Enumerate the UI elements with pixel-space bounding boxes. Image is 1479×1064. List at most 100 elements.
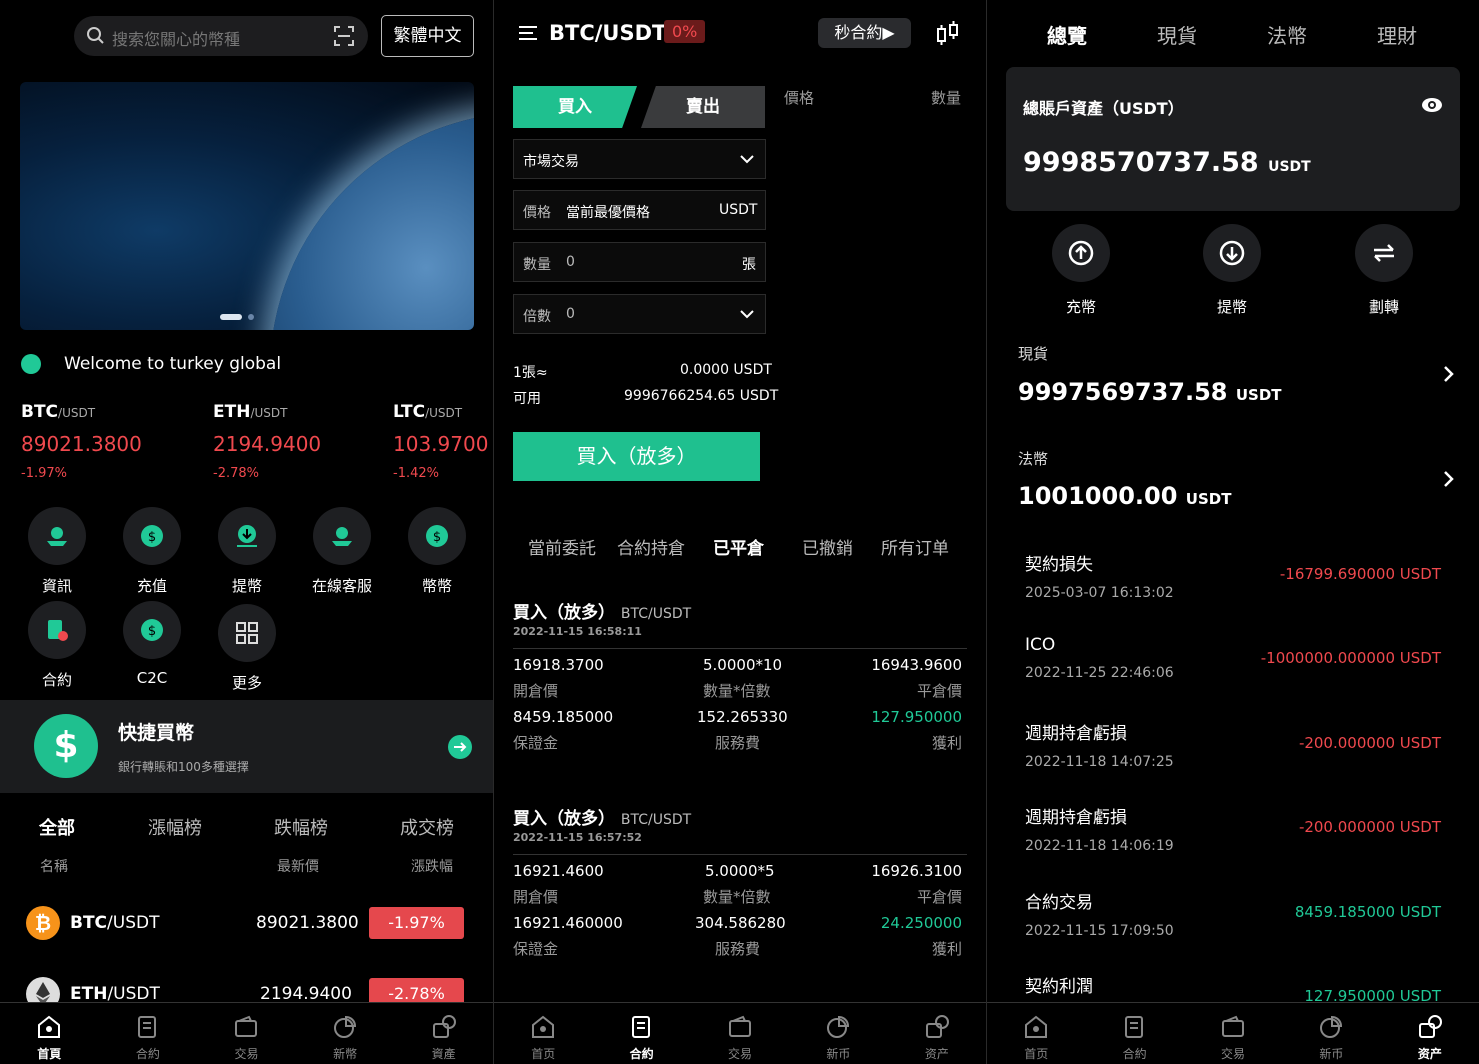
- quick-support[interactable]: 在線客服: [297, 507, 387, 596]
- contract-icon: [1124, 1016, 1143, 1038]
- header-name: 名稱: [40, 859, 68, 875]
- deposit-action[interactable]: 充幣: [1041, 224, 1121, 317]
- wallet-icon: [235, 1015, 258, 1037]
- tab-overview[interactable]: 總覽: [1047, 20, 1087, 49]
- transfer-action[interactable]: 劃轉: [1344, 224, 1424, 317]
- tab-all-orders[interactable]: 所有订单: [881, 534, 949, 559]
- pie-chart-icon: [1320, 1015, 1343, 1038]
- tab-spot[interactable]: 現貨: [1157, 20, 1197, 49]
- eye-icon[interactable]: [1420, 96, 1444, 114]
- order-type-select[interactable]: 市場交易: [513, 139, 766, 179]
- market-tab-losers[interactable]: 跌幅榜: [274, 814, 328, 840]
- per-lot-label: 1張≈: [513, 365, 548, 381]
- tab-positions[interactable]: 合約持倉: [617, 534, 685, 559]
- leverage-select[interactable]: 倍數 0: [513, 294, 766, 334]
- chevron-right-icon[interactable]: [1442, 364, 1456, 384]
- withdraw-action[interactable]: 提幣: [1192, 224, 1272, 317]
- nav-trade[interactable]: 交易: [691, 1003, 789, 1064]
- quantity-field[interactable]: 數量 0 張: [513, 242, 766, 282]
- history-item[interactable]: 契約利潤: [1025, 972, 1093, 997]
- market-tab-gainers[interactable]: 漲幅榜: [148, 814, 202, 840]
- tab-cancelled[interactable]: 已撤銷: [802, 534, 853, 559]
- ticker-btc[interactable]: BTC/USDT 89021.3800 -1.97%: [21, 402, 142, 481]
- assets-screen: 總覽 現貨 法幣 理財 總賬戶資產（USDT） 9998570737.58 US…: [987, 0, 1479, 1064]
- pie-chart-icon: [334, 1015, 357, 1038]
- market-row-btc[interactable]: ₿ BTC/USDT 89021.3800 -1.97%: [0, 894, 493, 954]
- search-placeholder: 搜索您關心的幣種: [112, 30, 241, 49]
- market-price: 2194.9400: [260, 984, 352, 1004]
- news-icon: [47, 527, 67, 546]
- language-button[interactable]: 繁體中文: [381, 15, 474, 57]
- pair-title[interactable]: BTC/USDT: [549, 21, 666, 45]
- home-icon: [532, 1015, 555, 1038]
- contract-icon: [137, 1016, 156, 1038]
- nav-home[interactable]: 首頁: [0, 1003, 99, 1064]
- second-contract-button[interactable]: 秒合約▶: [818, 18, 911, 48]
- buy-long-button[interactable]: 買入（放多）: [513, 432, 760, 481]
- nav-assets[interactable]: 资产: [888, 1003, 986, 1064]
- nav-newcoin[interactable]: 新幣: [296, 1003, 395, 1064]
- nav-contract[interactable]: 合約: [592, 1003, 690, 1064]
- chevron-right-icon[interactable]: [1442, 469, 1456, 489]
- welcome-notice: Welcome to turkey global: [64, 354, 282, 374]
- nav-trade[interactable]: 交易: [197, 1003, 296, 1064]
- buy-tab[interactable]: 買入: [513, 86, 637, 128]
- closed-record[interactable]: 買入（放多） BTC/USDT 2022-11-15 16:58:11 1691…: [513, 598, 967, 752]
- ticker-ltc[interactable]: LTC/USDT 103.9700 -1.42%: [393, 402, 488, 481]
- price-field[interactable]: 價格 當前最優價格 USDT: [513, 190, 766, 230]
- history-item[interactable]: 合約交易 2022-11-15 17:09:50: [1025, 888, 1174, 939]
- tab-finance[interactable]: 理財: [1377, 20, 1417, 49]
- nav-contract[interactable]: 合約: [1085, 1003, 1183, 1064]
- tab-closed[interactable]: 已平倉: [713, 534, 764, 559]
- history-item[interactable]: 契約損失 2025-03-07 16:13:02: [1025, 550, 1174, 601]
- quick-more[interactable]: 更多: [202, 604, 292, 693]
- nav-newcoin[interactable]: 新币: [1282, 1003, 1380, 1064]
- scan-icon[interactable]: [333, 25, 355, 47]
- speaker-icon: [21, 354, 41, 374]
- nav-home[interactable]: 首页: [494, 1003, 592, 1064]
- home-screen: 搜索您關心的幣種 繁體中文 Welcome to turkey global B…: [0, 0, 493, 1064]
- history-item[interactable]: 週期持倉虧損 2022-11-18 14:07:25: [1025, 719, 1174, 770]
- header-change: 漲跌幅: [411, 859, 453, 875]
- closed-record[interactable]: 買入（放多） BTC/USDT 2022-11-15 16:57:52 1692…: [513, 804, 967, 958]
- arrow-right-circle-icon[interactable]: [447, 734, 473, 760]
- quick-c2c[interactable]: $ C2C: [107, 601, 197, 687]
- total-assets-value: 9998570737.58 USDT: [1023, 147, 1311, 178]
- withdraw-icon: [237, 525, 257, 547]
- nav-assets[interactable]: 資產: [394, 1003, 493, 1064]
- candlestick-icon[interactable]: [934, 20, 962, 48]
- quick-spot[interactable]: $ 幣幣: [392, 507, 482, 596]
- quick-contract[interactable]: 合約: [12, 601, 102, 690]
- nav-trade[interactable]: 交易: [1184, 1003, 1282, 1064]
- grid-icon: [236, 622, 258, 644]
- quick-withdraw[interactable]: 提幣: [202, 507, 292, 596]
- sell-tab[interactable]: 賣出: [641, 86, 765, 128]
- market-tab-volume[interactable]: 成交榜: [400, 814, 454, 840]
- available-value: 9996766254.65 USDT: [624, 388, 779, 404]
- tab-current-orders[interactable]: 當前委託: [528, 534, 596, 559]
- wallet-icon: [729, 1015, 752, 1037]
- arrow-up-circle-icon: [1068, 240, 1094, 266]
- orderbook-qty-header: 數量: [931, 89, 962, 107]
- market-tab-all[interactable]: 全部: [39, 814, 75, 840]
- bitcoin-icon: ₿: [26, 906, 60, 940]
- nav-assets[interactable]: 资产: [1381, 1003, 1479, 1064]
- support-icon: [332, 527, 352, 546]
- search-bar[interactable]: 搜索您關心的幣種: [74, 16, 368, 56]
- contract-icon: [631, 1016, 650, 1038]
- bottom-nav: 首頁 合約 交易 新幣 資產: [0, 1002, 493, 1064]
- ticker-eth[interactable]: ETH/USDT 2194.9400 -2.78%: [213, 402, 321, 481]
- home-icon: [1025, 1015, 1048, 1038]
- menu-icon[interactable]: [519, 25, 539, 41]
- quick-deposit[interactable]: $ 充值: [107, 507, 197, 596]
- svg-text:$: $: [148, 624, 156, 639]
- quick-news[interactable]: 資訊: [12, 507, 102, 596]
- nav-newcoin[interactable]: 新币: [789, 1003, 887, 1064]
- nav-contract[interactable]: 合約: [99, 1003, 198, 1064]
- tab-fiat[interactable]: 法幣: [1267, 20, 1307, 49]
- banner-carousel[interactable]: [20, 82, 474, 330]
- history-item[interactable]: ICO 2022-11-25 22:46:06: [1025, 635, 1174, 681]
- history-item[interactable]: 週期持倉虧損 2022-11-18 14:06:19: [1025, 803, 1174, 854]
- nav-home[interactable]: 首页: [987, 1003, 1085, 1064]
- svg-text:$: $: [433, 530, 441, 545]
